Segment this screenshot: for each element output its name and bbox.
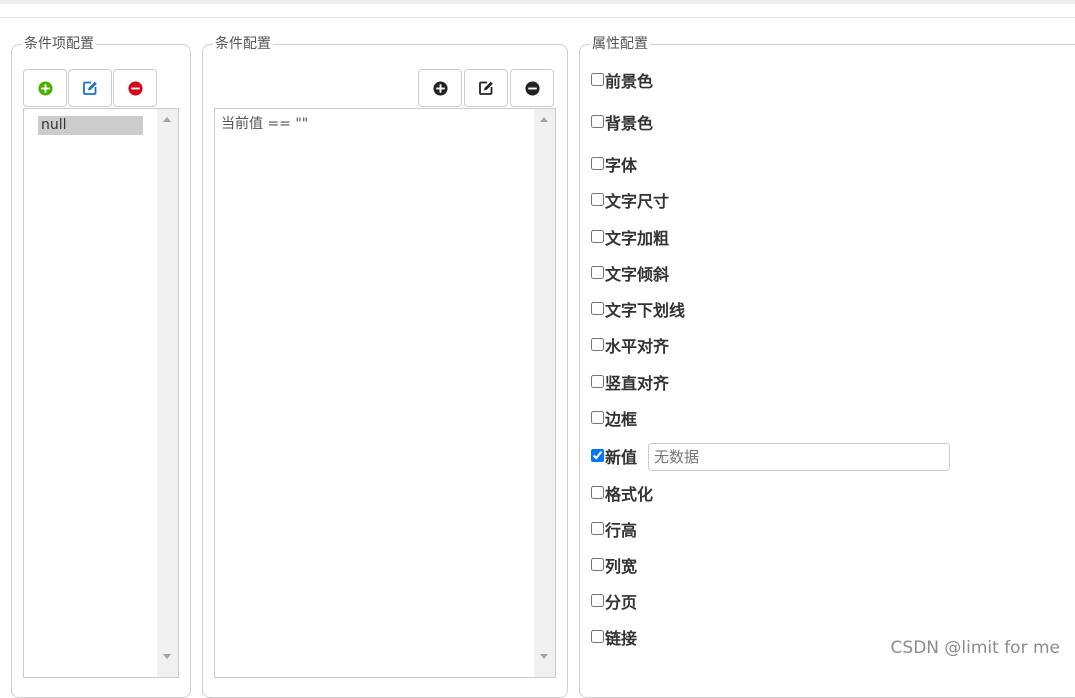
property-row-underline: 文字下划线 [591,301,685,321]
pagination-checkbox[interactable] [591,593,604,607]
vertical-scrollbar[interactable] [534,109,555,677]
edit-icon [83,81,97,95]
condition-expression[interactable]: 当前值 == "" [221,115,308,134]
bold-label: 文字加粗 [605,229,670,248]
font-checkbox[interactable] [591,156,604,170]
row-height-label: 行高 [605,521,638,540]
property-row-row-height: 行高 [591,521,637,541]
list-item[interactable]: null [38,116,143,135]
new-value-checkbox[interactable] [591,448,604,462]
property-row-italic: 文字倾斜 [591,265,669,285]
border-checkbox[interactable] [591,410,604,424]
property-row-format: 格式化 [591,485,653,505]
edit-icon [479,81,493,95]
property-row-border: 边框 [591,410,637,430]
minus-circle-icon [127,80,143,96]
link-label: 链接 [605,629,638,648]
plus-circle-icon [37,80,53,96]
plus-circle-icon [432,80,448,96]
format-checkbox[interactable] [591,485,604,499]
background-color-label: 背景色 [605,114,654,133]
add-condition-item-button[interactable] [23,69,67,107]
font-size-label: 文字尺寸 [605,192,670,211]
property-row-foreground-color: 前景色 [591,72,653,92]
font-label: 字体 [605,156,638,175]
italic-label: 文字倾斜 [605,265,670,284]
property-row-pagination: 分页 [591,593,637,613]
pagination-label: 分页 [605,593,638,612]
horizontal-align-label: 水平对齐 [605,337,670,356]
underline-checkbox[interactable] [591,301,604,315]
vertical-align-checkbox[interactable] [591,374,604,388]
font-size-checkbox[interactable] [591,192,604,206]
foreground-color-checkbox[interactable] [591,72,604,86]
remove-condition-button[interactable] [510,69,554,107]
property-config-legend: 属性配置 [592,36,648,52]
horizontal-align-checkbox[interactable] [591,337,604,351]
background-color-checkbox[interactable] [591,114,604,128]
new-value-input[interactable] [648,443,950,471]
format-label: 格式化 [605,485,654,504]
edit-condition-button[interactable] [464,69,508,107]
top-divider [0,17,1075,18]
vertical-align-label: 竖直对齐 [605,374,670,393]
row-height-checkbox[interactable] [591,521,604,535]
italic-checkbox[interactable] [591,265,604,279]
property-row-horizontal-align: 水平对齐 [591,337,669,357]
condition-items-list[interactable]: null [23,108,179,678]
property-row-background-color: 背景色 [591,114,653,134]
scroll-up-arrow-icon[interactable] [163,117,171,122]
property-row-bold: 文字加粗 [591,229,669,249]
column-width-checkbox[interactable] [591,557,604,571]
minus-circle-icon [524,80,540,96]
edit-condition-item-button[interactable] [68,69,112,107]
property-row-new-value: 新值 [591,448,637,468]
property-row-link: 链接 [591,629,637,649]
top-bar [0,0,1075,4]
property-row-font: 字体 [591,156,637,176]
bold-checkbox[interactable] [591,229,604,243]
property-row-font-size: 文字尺寸 [591,192,669,212]
condition-expression-box[interactable]: 当前值 == "" [214,108,556,678]
new-value-label: 新值 [605,448,638,467]
remove-condition-item-button[interactable] [113,69,157,107]
scroll-down-arrow-icon[interactable] [163,654,171,659]
scroll-up-arrow-icon[interactable] [540,117,548,122]
property-config-panel: 属性配置 [579,36,1075,698]
scroll-down-arrow-icon[interactable] [540,654,548,659]
underline-label: 文字下划线 [605,301,686,320]
watermark: CSDN @limit for me [890,638,1060,658]
border-label: 边框 [605,410,638,429]
vertical-scrollbar[interactable] [157,109,178,677]
add-condition-button[interactable] [418,69,462,107]
foreground-color-label: 前景色 [605,72,654,91]
property-row-column-width: 列宽 [591,557,637,577]
link-checkbox[interactable] [591,629,604,643]
condition-config-legend: 条件配置 [215,36,271,52]
property-row-vertical-align: 竖直对齐 [591,374,669,394]
condition-items-legend: 条件项配置 [24,36,94,52]
column-width-label: 列宽 [605,557,638,576]
